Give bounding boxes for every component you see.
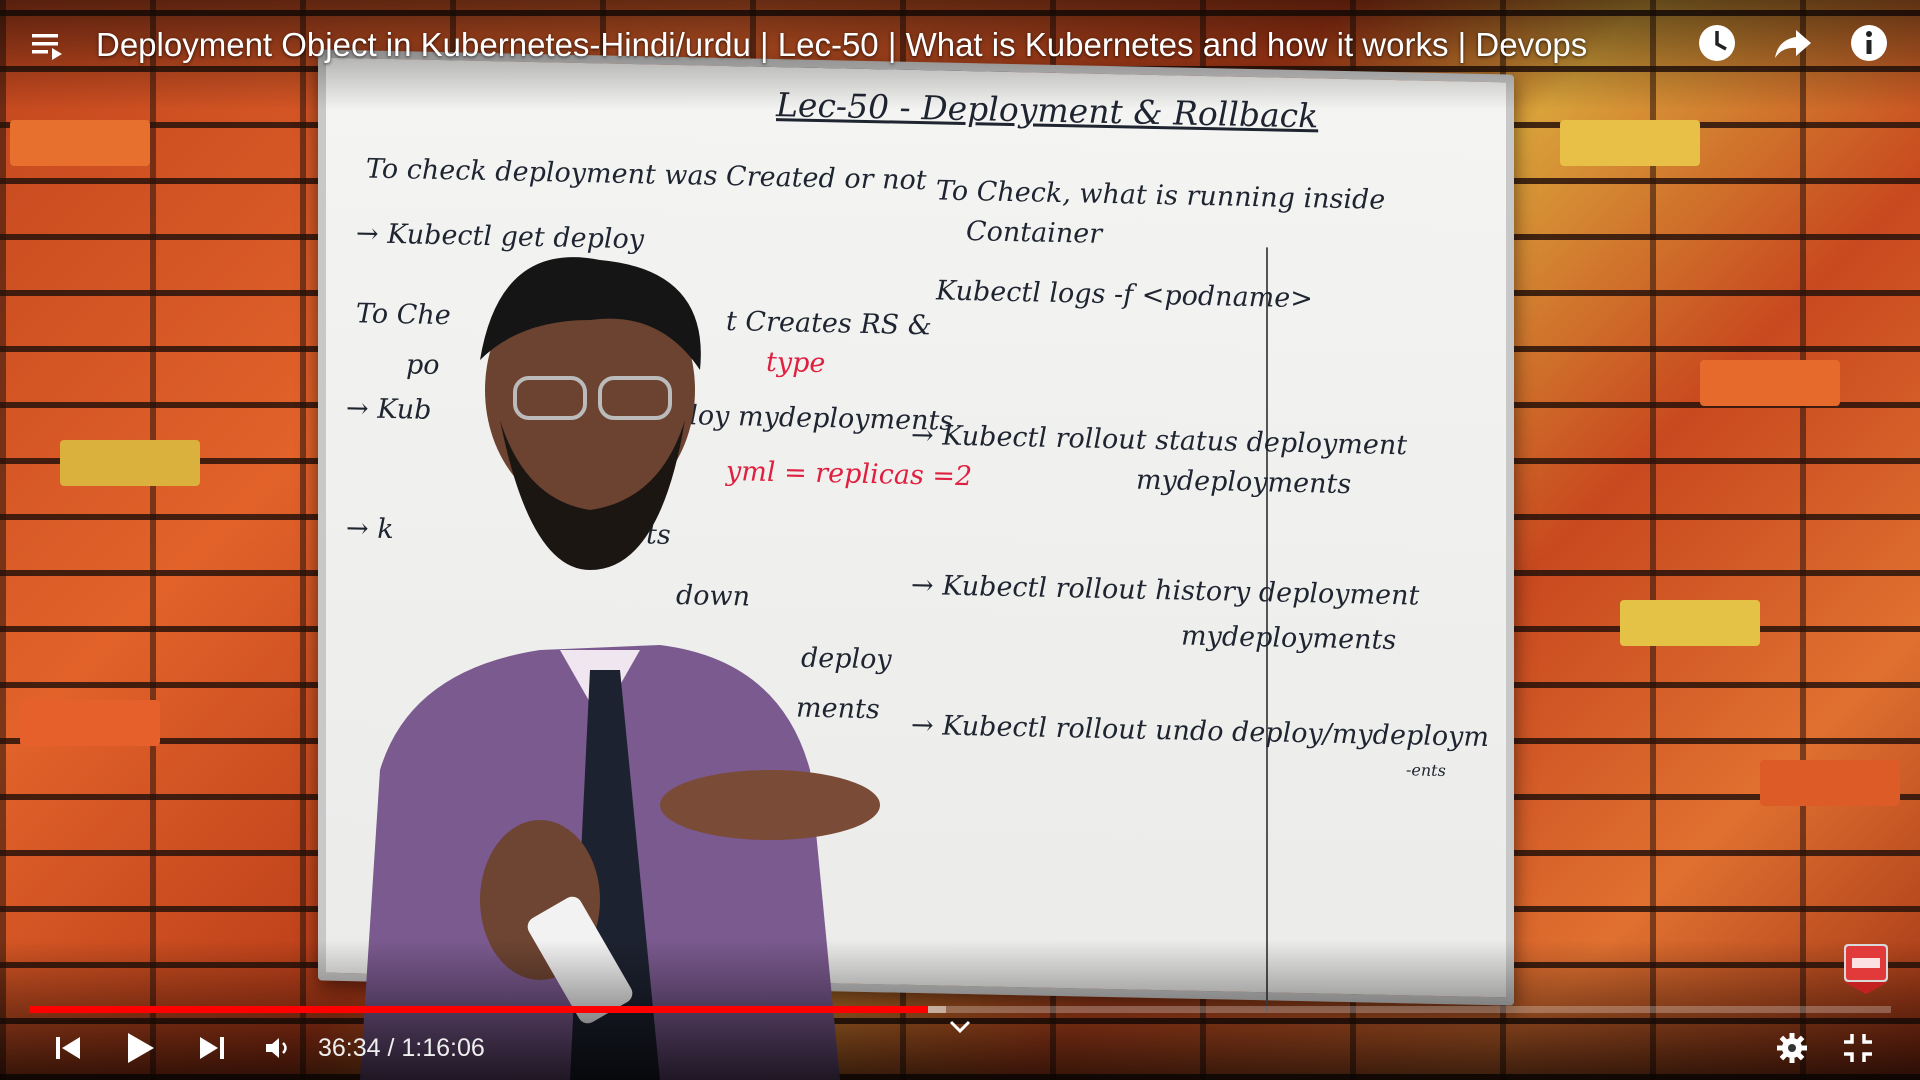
skip-next-icon — [200, 1037, 224, 1059]
subscribe-icon[interactable] — [1842, 944, 1890, 994]
next-button[interactable] — [192, 1026, 232, 1070]
wb-right-line: -ents — [1406, 760, 1446, 781]
wb-right-line: → Kubectl rollout status deployment — [911, 419, 1408, 462]
play-button[interactable] — [120, 1026, 160, 1070]
info-icon[interactable] — [1848, 22, 1890, 64]
top-right-actions — [1696, 22, 1890, 64]
video-frame[interactable]: Lec-50 - Deployment & Rollback To check … — [0, 0, 1920, 1080]
wb-left-line: To check deployment was Created or not — [366, 153, 927, 197]
play-icon — [128, 1033, 154, 1063]
wb-right-line: mydeployments — [1181, 620, 1397, 657]
volume-button[interactable] — [258, 1026, 298, 1070]
brick — [1700, 360, 1840, 406]
video-title[interactable]: Deployment Object in Kubernetes-Hindi/ur… — [96, 26, 1587, 64]
player-controls: 36:34 / 1:16:06 — [0, 1018, 1920, 1078]
exit-fullscreen-button[interactable] — [1836, 1026, 1880, 1070]
wb-right-line: Kubectl logs -f <podname> — [936, 275, 1313, 315]
gear-icon — [1777, 1033, 1807, 1063]
more-videos-button[interactable] — [946, 1016, 974, 1043]
clock-icon[interactable] — [1696, 22, 1738, 64]
exit-fullscreen-icon — [1844, 1034, 1872, 1062]
brick — [1760, 760, 1900, 806]
brick — [1560, 120, 1700, 166]
progress-bar[interactable] — [29, 1006, 1891, 1013]
share-icon[interactable] — [1772, 22, 1814, 64]
skip-previous-icon — [56, 1037, 80, 1059]
settings-button[interactable] — [1770, 1026, 1814, 1070]
wb-right-line: To Check, what is running inside — [936, 175, 1386, 216]
brick — [10, 120, 150, 166]
brick — [60, 440, 200, 486]
wb-right-line: → Kubectl rollout history deployment — [911, 569, 1420, 612]
volume-icon — [266, 1038, 287, 1058]
time-display: 36:34 / 1:16:06 — [318, 1034, 485, 1062]
progress-played — [29, 1006, 928, 1013]
brick — [20, 700, 160, 746]
wb-right-line: mydeployments — [1136, 464, 1352, 501]
wb-right-line: Container — [966, 216, 1103, 250]
playlist-icon[interactable] — [30, 27, 66, 63]
title-bar: Deployment Object in Kubernetes-Hindi/ur… — [30, 18, 1587, 72]
brick — [1620, 600, 1760, 646]
prev-button[interactable] — [48, 1026, 88, 1070]
wb-right-line: → Kubectl rollout undo deploy/mydeploym — [911, 709, 1489, 754]
chevron-down-icon — [949, 1020, 971, 1034]
